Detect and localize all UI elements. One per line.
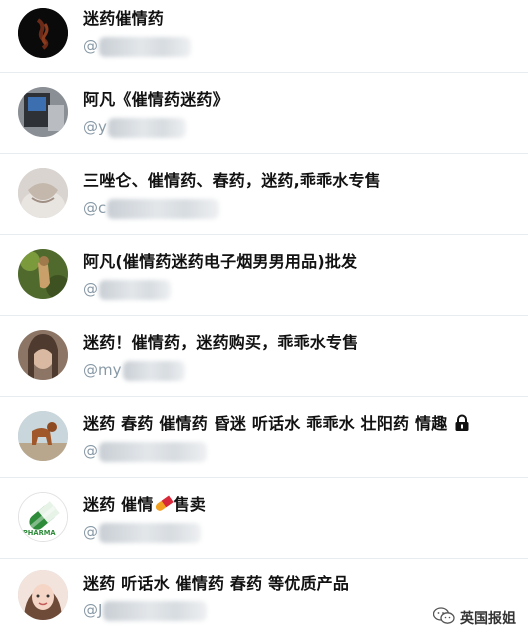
- avatar[interactable]: [18, 87, 68, 137]
- avatar[interactable]: [18, 570, 68, 620]
- account-row[interactable]: PHARMA 迷药 催情 售卖 @: [0, 478, 528, 559]
- account-handle: @c: [83, 197, 220, 219]
- account-name[interactable]: 迷药 春药 催情药 昏迷 听话水 乖乖水 壮阳药 情趣: [83, 414, 471, 437]
- account-row[interactable]: 三唑仑、催情药、春药，迷药,乖乖水专售 @c: [0, 154, 528, 235]
- account-row[interactable]: 迷药 春药 催情药 昏迷 听话水 乖乖水 壮阳药 情趣 @: [0, 397, 528, 478]
- account-handle: @J: [83, 599, 208, 621]
- blurred-handle: [99, 522, 201, 543]
- handle-prefix: @my: [83, 361, 122, 379]
- account-name[interactable]: 迷药 听话水 催情药 春药 等优质产品: [83, 574, 349, 594]
- pill-icon: [154, 495, 174, 518]
- handle-prefix: @: [83, 442, 98, 460]
- avatar[interactable]: PHARMA: [18, 492, 68, 542]
- blurred-handle: [107, 117, 186, 138]
- account-handle: @: [83, 440, 207, 462]
- account-handle: @: [83, 521, 201, 543]
- avatar[interactable]: [18, 8, 68, 58]
- account-handle: @: [83, 35, 191, 57]
- handle-prefix: @: [83, 37, 98, 55]
- account-row[interactable]: 迷药！催情药，迷药购买，乖乖水专售 @my: [0, 316, 528, 397]
- account-name[interactable]: 三唑仑、催情药、春药，迷药,乖乖水专售: [83, 171, 381, 191]
- blurred-handle: [107, 198, 220, 219]
- lock-icon: [453, 414, 471, 437]
- blurred-handle: [99, 279, 171, 300]
- handle-prefix: @: [83, 280, 98, 298]
- blurred-handle: [99, 36, 191, 57]
- account-handle: @y: [83, 116, 186, 138]
- avatar[interactable]: [18, 411, 68, 461]
- account-list: 迷药催情药 @ 阿凡《催情药迷药》 @y 三唑仑、催情药、春药，迷药,乖乖水专售…: [0, 0, 528, 624]
- avatar[interactable]: [18, 330, 68, 380]
- account-name[interactable]: 迷药！催情药，迷药购买，乖乖水专售: [83, 333, 358, 353]
- handle-prefix: @c: [83, 199, 107, 217]
- account-name[interactable]: 阿凡(催情药迷药电子烟男男用品)批发: [83, 252, 357, 272]
- account-row[interactable]: 阿凡(催情药迷药电子烟男男用品)批发 @: [0, 235, 528, 316]
- handle-prefix: @: [83, 523, 98, 541]
- blurred-handle: [122, 360, 185, 381]
- blurred-handle: [99, 441, 207, 462]
- wechat-icon: [432, 607, 455, 629]
- account-handle: @: [83, 278, 171, 300]
- account-name[interactable]: 迷药 催情 售卖: [83, 495, 206, 518]
- account-name[interactable]: 阿凡《催情药迷药》: [83, 90, 229, 110]
- avatar[interactable]: [18, 168, 68, 218]
- account-name-start: 迷药 催情: [83, 495, 154, 514]
- account-handle: @my: [83, 359, 185, 381]
- watermark: 英国报姐: [432, 607, 516, 629]
- handle-prefix: @J: [83, 601, 103, 619]
- account-name-text: 迷药 春药 催情药 昏迷 听话水 乖乖水 壮阳药 情趣: [83, 414, 448, 433]
- account-row[interactable]: 迷药催情药 @: [0, 0, 528, 73]
- blurred-handle: [103, 600, 208, 621]
- handle-prefix: @y: [83, 118, 107, 136]
- svg-text:PHARMA: PHARMA: [23, 529, 57, 537]
- avatar[interactable]: [18, 249, 68, 299]
- account-name[interactable]: 迷药催情药: [83, 9, 164, 29]
- account-name-end: 售卖: [173, 495, 206, 514]
- watermark-text: 英国报姐: [460, 611, 516, 627]
- account-row[interactable]: 阿凡《催情药迷药》 @y: [0, 73, 528, 154]
